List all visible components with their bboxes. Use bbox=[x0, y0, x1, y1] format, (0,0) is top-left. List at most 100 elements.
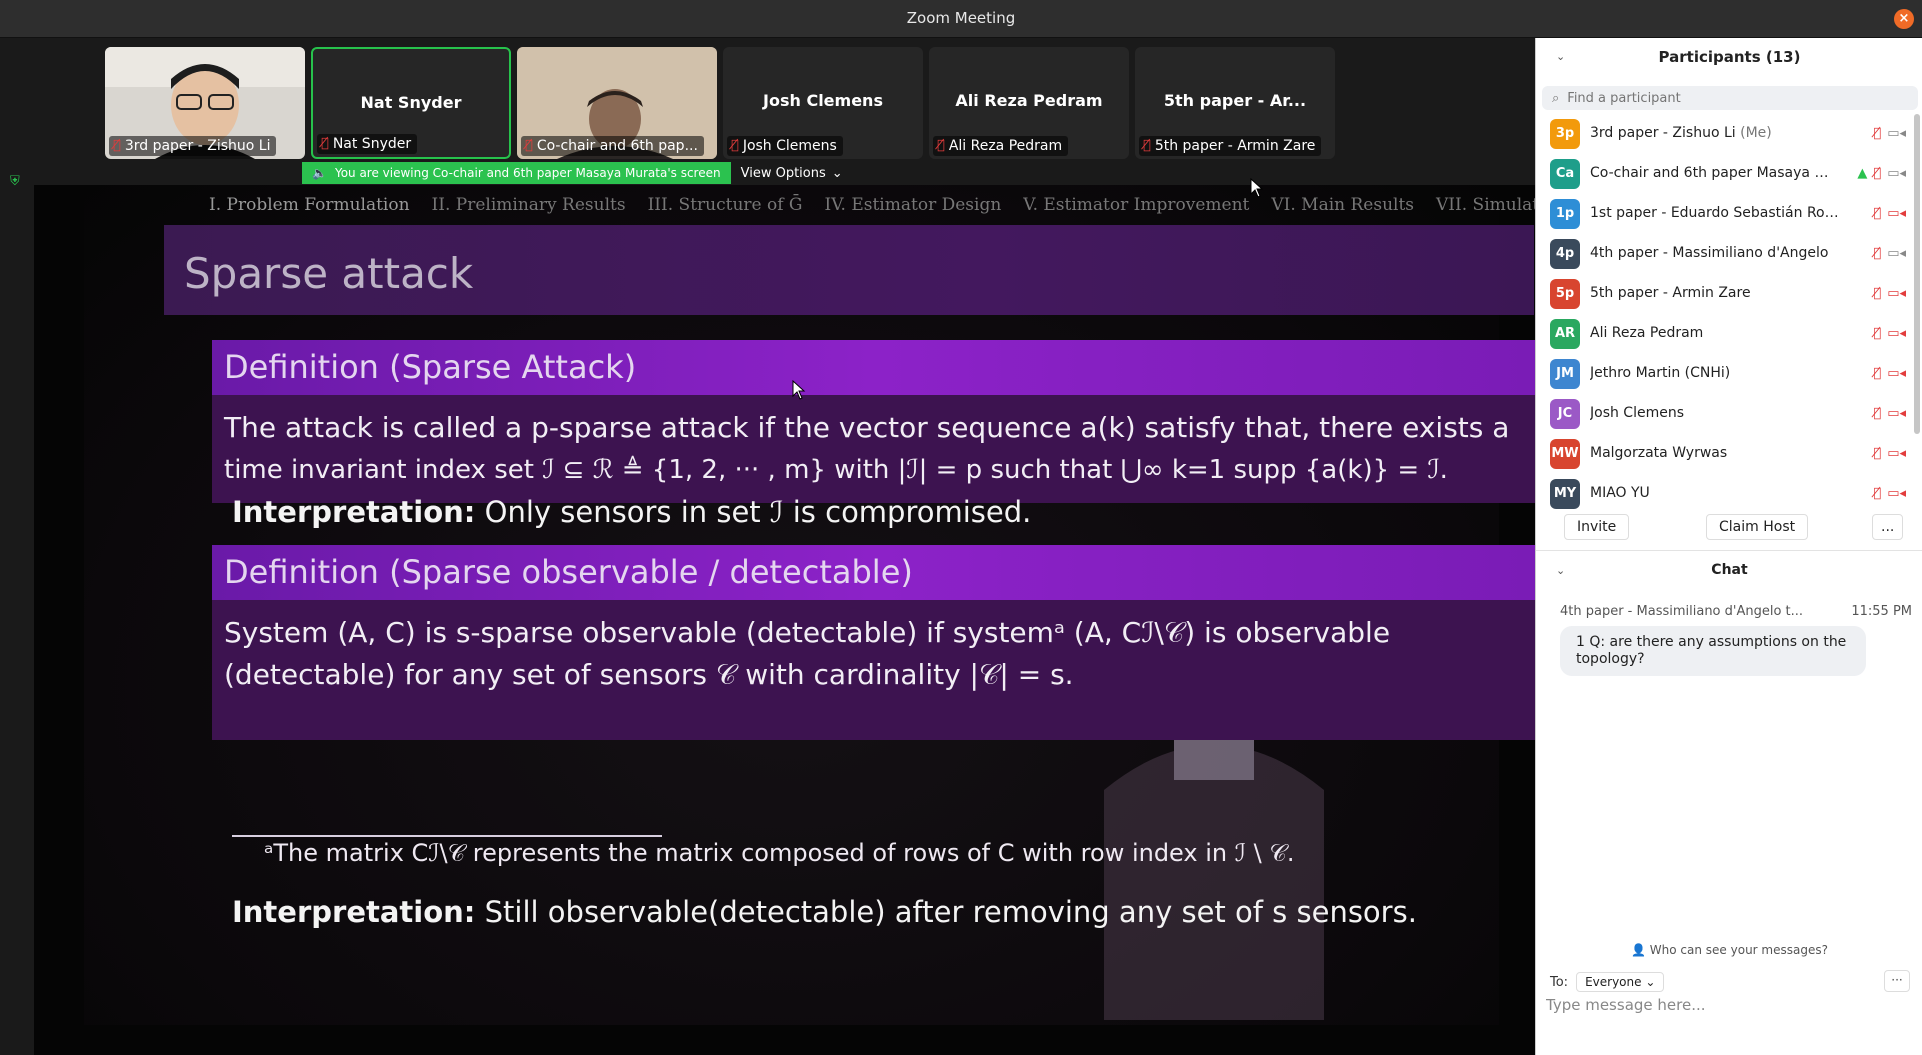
participant-status-icons: 🎙̸ ▭◂ bbox=[1873, 486, 1906, 501]
thumbnail-display-name: 5th paper - Ar... bbox=[1163, 91, 1307, 110]
participant-row[interactable]: MW Malgorzata Wyrwas 🎙̸ ▭◂ bbox=[1536, 434, 1914, 474]
definition-title: Definition (Sparse Attack) bbox=[212, 340, 1535, 395]
window-title: Zoom Meeting bbox=[906, 9, 1016, 27]
slide-canvas: I. Problem Formulation II. Preliminary R… bbox=[84, 185, 1535, 1025]
definition-body: The attack is called a p-sparse attack i… bbox=[212, 395, 1535, 503]
chat-more-button[interactable]: ··· bbox=[1884, 970, 1910, 992]
participant-row[interactable]: AR Ali Reza Pedram 🎙̸ ▭◂ bbox=[1536, 314, 1914, 354]
participant-name-text: Malgorzata Wyrwas bbox=[1590, 445, 1728, 461]
thumbnail-label: 🎙̸ 5th paper - Armin Zare bbox=[1139, 136, 1322, 156]
title-bar: Zoom Meeting × bbox=[0, 0, 1922, 38]
mic-muted-icon[interactable]: 🎙̸ bbox=[1873, 206, 1881, 221]
participant-status-icons: 🎙̸ ▭◂ bbox=[1873, 326, 1906, 341]
participant-row[interactable]: JM Jethro Martin (CNHi) 🎙̸ ▭◂ bbox=[1536, 354, 1914, 394]
mic-muted-icon[interactable]: 🎙̸ bbox=[1873, 446, 1881, 461]
more-options-button[interactable]: ... bbox=[1872, 514, 1904, 540]
thumbnail-name: 5th paper - Armin Zare bbox=[1154, 138, 1316, 154]
camera-off-icon[interactable]: ▭◂ bbox=[1887, 486, 1906, 501]
recipient-select[interactable]: Everyone ⌄ bbox=[1576, 972, 1665, 992]
mouse-cursor-icon bbox=[792, 380, 806, 400]
participant-row[interactable]: MY MIAO YU 🎙̸ ▭◂ bbox=[1536, 474, 1914, 514]
participant-name-text: MIAO YU bbox=[1590, 485, 1650, 501]
mic-muted-icon[interactable]: 🎙̸ bbox=[1873, 326, 1881, 341]
thumbnail-display-name: Ali Reza Pedram bbox=[955, 91, 1103, 110]
camera-off-icon[interactable]: ▭◂ bbox=[1887, 286, 1906, 301]
section-nav-item: VII. Simulation bbox=[1436, 195, 1535, 215]
camera-off-icon[interactable]: ▭◂ bbox=[1887, 366, 1906, 381]
chat-message-meta: 4th paper - Massimiliano d'Angelo t... 1… bbox=[1560, 604, 1912, 619]
participant-row[interactable]: 4p 4th paper - Massimiliano d'Angelo 🎙̸ ▭◂ bbox=[1536, 234, 1914, 274]
thumbnail-name: Ali Reza Pedram bbox=[948, 138, 1063, 154]
participant-row[interactable]: JC Josh Clemens 🎙̸ ▭◂ bbox=[1536, 394, 1914, 434]
camera-icon[interactable]: ▭◂ bbox=[1887, 126, 1906, 141]
participant-name: Jethro Martin (CNHi) bbox=[1590, 365, 1840, 381]
mic-muted-icon[interactable]: 🎙̸ bbox=[1873, 486, 1881, 501]
participant-name: Josh Clemens bbox=[1590, 405, 1840, 421]
participant-search[interactable]: ⌕ bbox=[1542, 86, 1918, 110]
chat-message-sender: 4th paper - Massimiliano d'Angelo t... bbox=[1560, 604, 1804, 619]
mic-muted-icon[interactable]: 🎙̸ bbox=[1873, 406, 1881, 421]
me-tag: (Me) bbox=[1740, 125, 1772, 141]
camera-off-icon[interactable]: ▭◂ bbox=[1887, 206, 1906, 221]
mic-muted-icon[interactable]: 🎙̸ bbox=[1873, 366, 1881, 381]
video-thumbnail[interactable]: 🎙̸ Co-chair and 6th pap... bbox=[517, 47, 717, 159]
mic-muted-icon[interactable]: 🎙̸ bbox=[1873, 286, 1881, 301]
video-thumbnail[interactable]: Ali Reza Pedram 🎙̸ Ali Reza Pedram bbox=[929, 47, 1129, 159]
mic-muted-icon: 🎙̸ bbox=[525, 138, 533, 153]
chat-message-input[interactable] bbox=[1540, 992, 1916, 1018]
thumbnail-label: 🎙̸ 3rd paper - Zishuo Li bbox=[109, 136, 277, 156]
encryption-shield-icon[interactable]: ⛨ bbox=[10, 174, 24, 189]
camera-off-icon[interactable]: ▭◂ bbox=[1887, 326, 1906, 341]
avatar: 3p bbox=[1550, 119, 1580, 149]
video-thumbnail-active[interactable]: Nat Snyder 🎙̸ Nat Snyder bbox=[311, 47, 511, 159]
participant-row[interactable]: 5p 5th paper - Armin Zare 🎙̸ ▭◂ bbox=[1536, 274, 1914, 314]
mouse-cursor-icon bbox=[1250, 178, 1264, 198]
participant-name: MIAO YU bbox=[1590, 485, 1840, 501]
video-thumbnail[interactable]: Josh Clemens 🎙̸ Josh Clemens bbox=[723, 47, 923, 159]
camera-off-icon[interactable]: ▭◂ bbox=[1887, 446, 1906, 461]
who-can-see-link[interactable]: 👤 Who can see your messages? bbox=[1536, 943, 1922, 957]
view-options-button[interactable]: View Options ⌄ bbox=[741, 166, 843, 181]
video-thumbnail[interactable]: 🎙̸ 3rd paper - Zishuo Li bbox=[105, 47, 305, 159]
chat-message-bubble[interactable]: 1 Q: are there any assumptions on the to… bbox=[1560, 626, 1866, 676]
close-window-icon[interactable]: × bbox=[1894, 9, 1914, 29]
camera-icon[interactable]: ▭◂ bbox=[1887, 246, 1906, 261]
claim-host-button[interactable]: Claim Host bbox=[1706, 514, 1809, 540]
footnote: ᵃThe matrix Cℐ\𝒞 represents the matrix c… bbox=[264, 839, 1295, 867]
participant-row[interactable]: 1p 1st paper - Eduardo Sebastián Rodrígu.… bbox=[1536, 194, 1914, 234]
mic-muted-icon[interactable]: 🎙̸ bbox=[1873, 166, 1881, 181]
definition-body: System (A, C) is s-sparse observable (de… bbox=[212, 600, 1535, 740]
mic-muted-icon: 🎙̸ bbox=[321, 136, 329, 151]
invite-button[interactable]: Invite bbox=[1564, 514, 1630, 540]
participant-row[interactable]: 3p 3rd paper - Zishuo Li (Me) 🎙̸ ▭◂ bbox=[1536, 114, 1914, 154]
avatar: MW bbox=[1550, 439, 1580, 469]
participant-status-icons: ▲ 🎙̸ ▭◂ bbox=[1857, 166, 1906, 181]
camera-off-icon[interactable]: ▭◂ bbox=[1887, 406, 1906, 421]
definition-line: The attack is called a p-sparse attack i… bbox=[224, 411, 1510, 444]
thumbnail-display-name: Nat Snyder bbox=[360, 93, 462, 112]
interpretation-text: Still observable(detectable) after remov… bbox=[484, 895, 1417, 929]
participant-status-icons: 🎙̸ ▭◂ bbox=[1873, 406, 1906, 421]
shared-screen[interactable]: I. Problem Formulation II. Preliminary R… bbox=[34, 185, 1535, 1055]
participant-name-text: Co-chair and 6th paper Masaya Mu... bbox=[1590, 165, 1840, 181]
participant-name-text: Jethro Martin (CNHi) bbox=[1590, 365, 1731, 381]
mic-muted-icon[interactable]: 🎙̸ bbox=[1873, 246, 1881, 261]
participant-search-input[interactable] bbox=[1567, 90, 1888, 106]
participant-list-scrollbar[interactable] bbox=[1914, 114, 1920, 434]
participant-row[interactable]: Ca Co-chair and 6th paper Masaya Mu... ▲ 🎙… bbox=[1536, 154, 1914, 194]
mic-muted-icon[interactable]: 🎙̸ bbox=[1873, 126, 1881, 141]
chevron-down-icon: ⌄ bbox=[831, 165, 843, 181]
video-thumbnail[interactable]: 5th paper - Ar... 🎙̸ 5th paper - Armin Z… bbox=[1135, 47, 1335, 159]
participant-name: Malgorzata Wyrwas bbox=[1590, 445, 1840, 461]
definition-line: System (A, C) is s-sparse observable (de… bbox=[224, 616, 1391, 649]
mic-muted-icon: 🎙̸ bbox=[113, 138, 121, 153]
to-label: To: bbox=[1550, 974, 1569, 990]
participant-actions: Invite Claim Host ... bbox=[1536, 512, 1922, 542]
participant-name-text: Ali Reza Pedram bbox=[1590, 325, 1704, 341]
section-nav-item: V. Estimator Improvement bbox=[1023, 195, 1250, 215]
avatar: MY bbox=[1550, 479, 1580, 509]
camera-icon[interactable]: ▭◂ bbox=[1887, 166, 1906, 181]
thumbnail-label: 🎙̸ Ali Reza Pedram bbox=[933, 136, 1069, 156]
interpretation-label: Interpretation: bbox=[232, 495, 476, 529]
chat-message-time: 11:55 PM bbox=[1851, 604, 1912, 619]
